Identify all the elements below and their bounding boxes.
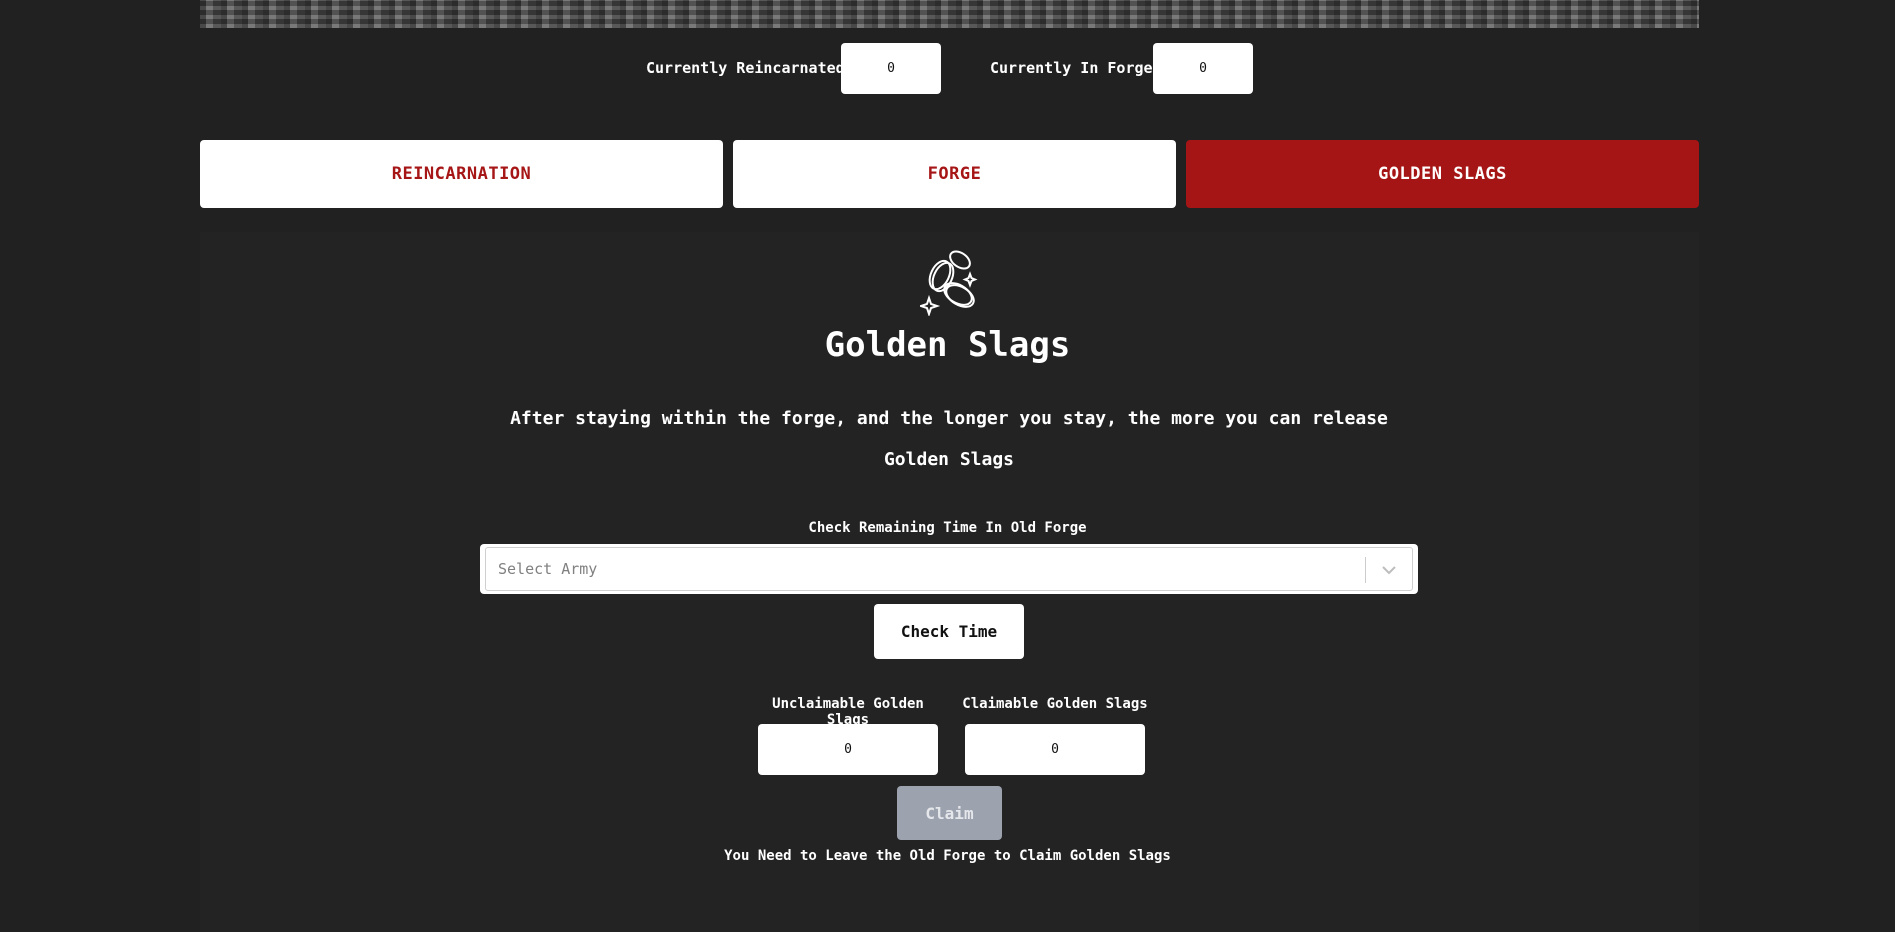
check-time-button[interactable]: Check Time <box>874 604 1024 659</box>
army-select[interactable]: Select Army <box>480 544 1418 594</box>
coins-icon <box>920 250 978 316</box>
header-banner <box>200 0 1699 28</box>
tab-golden-slags[interactable]: GOLDEN SLAGS <box>1186 140 1699 208</box>
section-title: Golden Slags <box>824 325 1071 365</box>
claim-button[interactable]: Claim <box>897 786 1002 840</box>
chevron-down-icon[interactable] <box>1378 561 1400 579</box>
reincarnated-label: Currently Reincarnated: <box>646 59 854 77</box>
claim-note: You Need to Leave the Old Forge to Claim… <box>724 848 1171 864</box>
army-select-placeholder: Select Army <box>498 560 598 578</box>
check-time-label: Check Remaining Time In Old Forge <box>808 520 1087 536</box>
reincarnated-count: 0 <box>841 43 941 94</box>
unclaimable-slags-field: 0 <box>758 724 938 775</box>
select-separator <box>1365 557 1366 583</box>
section-description: After staying within the forge, and the … <box>510 408 1388 470</box>
army-select-control[interactable]: Select Army <box>485 547 1413 591</box>
in-forge-label: Currently In Forge: <box>990 59 1162 77</box>
tab-forge[interactable]: FORGE <box>733 140 1176 208</box>
in-forge-count: 0 <box>1153 43 1253 94</box>
tab-reincarnation[interactable]: REINCARNATION <box>200 140 723 208</box>
claimable-slags-field: 0 <box>965 724 1145 775</box>
claimable-label: Claimable Golden Slags <box>962 696 1148 712</box>
